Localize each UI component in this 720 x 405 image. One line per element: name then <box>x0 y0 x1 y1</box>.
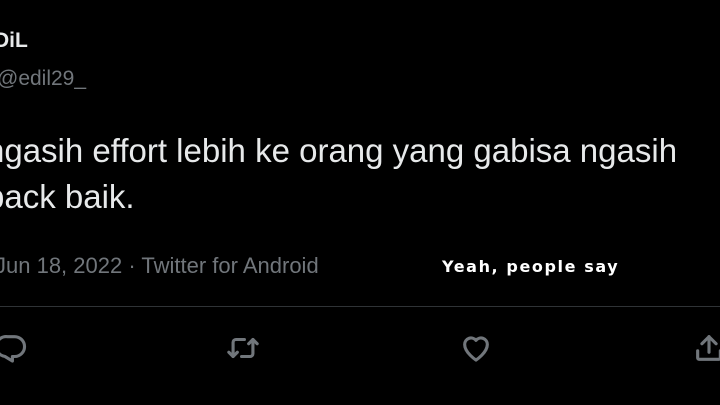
overlay-caption: Yeah, people say <box>442 257 620 276</box>
tweet-text-line: back baik. <box>0 178 135 215</box>
author-display-name[interactable]: DiL <box>0 29 28 53</box>
heart-icon <box>463 336 489 362</box>
share-icon <box>696 335 720 361</box>
share-button[interactable] <box>690 329 720 367</box>
tweet-timestamp-source[interactable]: Jun 18, 2022 · Twitter for Android <box>0 253 319 279</box>
reply-icon <box>0 335 27 363</box>
tweet-text-line: ngasih effort lebih ke orang yang gabisa… <box>0 132 678 169</box>
retweet-button[interactable] <box>224 329 262 367</box>
like-button[interactable] <box>457 329 495 367</box>
retweet-icon <box>227 337 259 359</box>
tweet-card: DiL @edil29_ ngasih effort lebih ke oran… <box>0 0 720 405</box>
author-handle[interactable]: @edil29_ <box>0 67 86 91</box>
divider <box>0 306 720 307</box>
tweet-text: ngasih effort lebih ke orang yang gabisa… <box>0 128 677 220</box>
reply-button[interactable] <box>0 329 30 367</box>
